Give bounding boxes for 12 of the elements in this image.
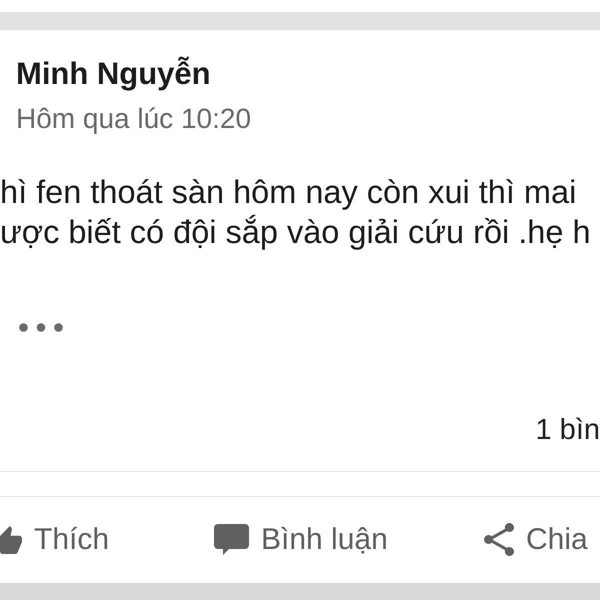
share-button[interactable]: Chia bbox=[484, 522, 588, 558]
more-dots-icon[interactable] bbox=[19, 323, 63, 332]
post-time: Hôm qua lúc 10:20 bbox=[16, 102, 252, 136]
comment-count-link[interactable]: 1 bìn bbox=[536, 413, 600, 447]
post-text-line: hì fen thoát sàn hôm nay còn xui thì mai bbox=[0, 173, 576, 212]
like-button[interactable]: Thích bbox=[0, 522, 110, 558]
share-icon bbox=[484, 523, 514, 556]
author-name[interactable]: Minh Nguyễn bbox=[16, 56, 211, 92]
comment-button[interactable]: Bình luận bbox=[214, 522, 388, 558]
speech-bubble-icon bbox=[214, 524, 249, 555]
thumbs-up-icon bbox=[0, 526, 22, 554]
post-text-line: ược biết có đội sắp vào giải cứu rồi .hẹ h bbox=[0, 213, 591, 252]
